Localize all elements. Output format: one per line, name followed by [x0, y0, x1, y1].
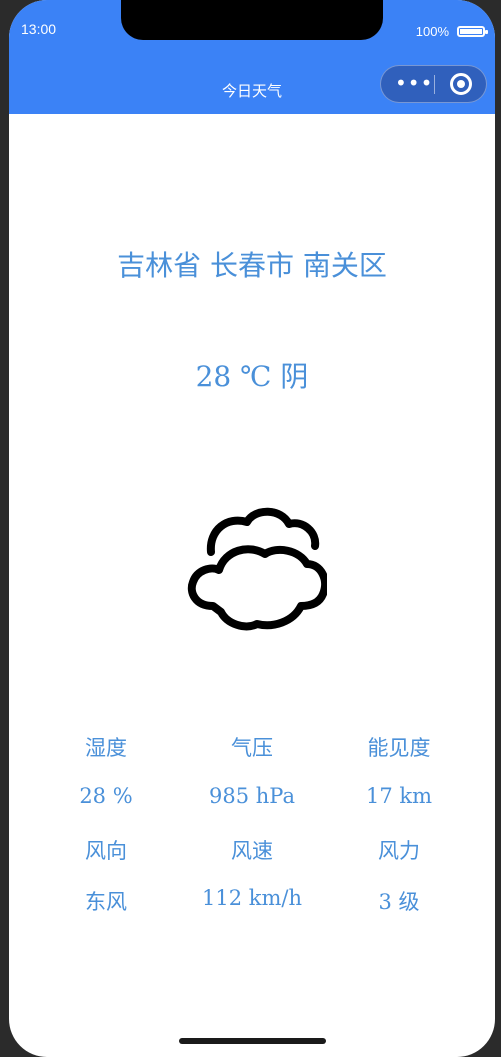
visibility-label: 能见度 [367, 736, 431, 760]
temperature-condition: 28 ℃ 阴 [195, 360, 309, 393]
home-indicator[interactable] [179, 1038, 326, 1044]
capsule-divider [434, 75, 435, 94]
status-time: 13:00 [21, 21, 57, 37]
more-dots-icon[interactable]: ••• [395, 73, 433, 93]
wind-speed-label: 风速 [231, 839, 273, 863]
battery-percentage: 100% [415, 24, 449, 39]
wind-force-value: 3 级 [378, 890, 420, 914]
location-text: 吉林省 长春市 南关区 [117, 249, 387, 282]
device-notch [121, 0, 383, 40]
nav-header: 13:00 100% 今日天气 ••• [9, 0, 495, 114]
phone-screen: 13:00 100% 今日天气 ••• 吉林省 长春市 南关区 28 ℃ 阴 湿… [9, 0, 495, 1057]
wind-force-label: 风力 [378, 839, 420, 863]
mini-program-capsule: ••• [380, 65, 487, 103]
cloudy-icon [187, 507, 327, 631]
wind-direction-value: 东风 [85, 890, 127, 914]
humidity-label: 湿度 [85, 736, 127, 760]
pressure-value: 985 hPa [209, 784, 295, 808]
wind-speed-value: 112 km/h [202, 886, 302, 910]
battery-icon [457, 26, 488, 37]
wind-direction-label: 风向 [85, 839, 127, 863]
humidity-value: 28 % [79, 784, 133, 808]
visibility-value: 17 km [365, 784, 433, 808]
battery-fill [460, 29, 482, 34]
pressure-label: 气压 [231, 736, 273, 760]
target-icon[interactable] [450, 73, 472, 95]
